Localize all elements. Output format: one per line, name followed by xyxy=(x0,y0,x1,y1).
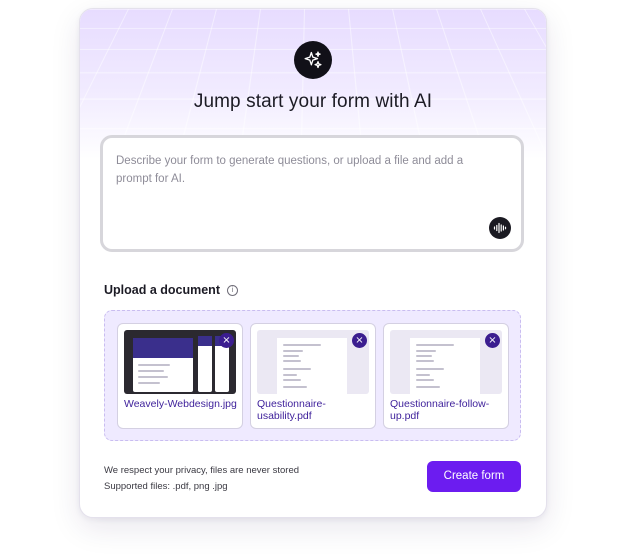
upload-heading-label: Upload a document xyxy=(104,283,220,297)
file-card[interactable]: × Weavely-Webdesign.jpg xyxy=(117,323,243,429)
footer-note: We respect your privacy, files are never… xyxy=(104,463,299,495)
file-name: Questionnaire-follow-up.pdf xyxy=(390,398,490,422)
prompt-placeholder: Describe your form to generate questions… xyxy=(116,155,464,185)
remove-file-button[interactable]: × xyxy=(352,333,367,348)
page-title: Jump start your form with AI xyxy=(193,91,433,112)
thumbnail-page xyxy=(410,338,480,394)
soundwave-icon[interactable] xyxy=(489,217,511,239)
upload-heading: Upload a document i xyxy=(104,283,238,297)
create-form-button[interactable]: Create form xyxy=(427,461,521,492)
info-icon[interactable]: i xyxy=(226,284,238,296)
remove-file-button[interactable]: × xyxy=(219,333,234,348)
supported-files-note: Supported files: .pdf, png .jpg xyxy=(104,481,228,492)
thumbnail-webpage xyxy=(133,338,193,392)
ai-form-dialog: Jump start your form with AI Describe yo… xyxy=(79,8,547,518)
privacy-note: We respect your privacy, files are never… xyxy=(104,465,300,476)
file-card[interactable]: × Questionnaire-follow-up.pdf xyxy=(383,323,509,429)
file-name: Weavely-Webdesign.jpg xyxy=(124,398,237,410)
thumbnail-mobile xyxy=(198,336,212,392)
remove-file-button[interactable]: × xyxy=(485,333,500,348)
prompt-textarea[interactable]: Describe your form to generate questions… xyxy=(100,135,524,252)
file-name: Questionnaire-usability.pdf xyxy=(257,398,326,422)
upload-dropzone[interactable]: × Weavely-Webdesign.jpg × Questionnaire-… xyxy=(104,310,521,441)
sparkle-icon xyxy=(294,41,332,79)
thumbnail-page xyxy=(277,338,347,394)
file-card[interactable]: × Questionnaire-usability.pdf xyxy=(250,323,376,429)
